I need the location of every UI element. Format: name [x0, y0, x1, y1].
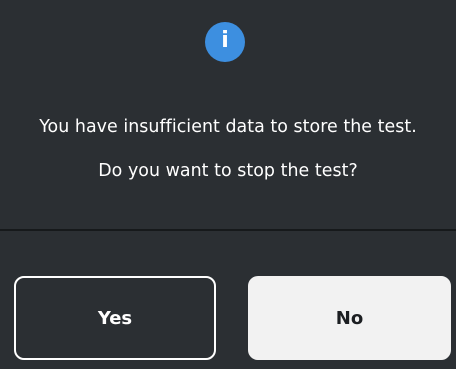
dialog-divider	[0, 229, 456, 231]
insufficient-data-dialog: i You have insufficient data to store th…	[0, 0, 456, 369]
no-button[interactable]: No	[248, 276, 451, 360]
yes-button[interactable]: Yes	[14, 276, 216, 360]
dialog-message-line-2: Do you want to stop the test?	[98, 161, 358, 181]
dialog-message-line-1: You have insufficient data to store the …	[39, 117, 417, 137]
info-icon: i	[205, 22, 245, 62]
info-icon-glyph: i	[221, 28, 229, 53]
